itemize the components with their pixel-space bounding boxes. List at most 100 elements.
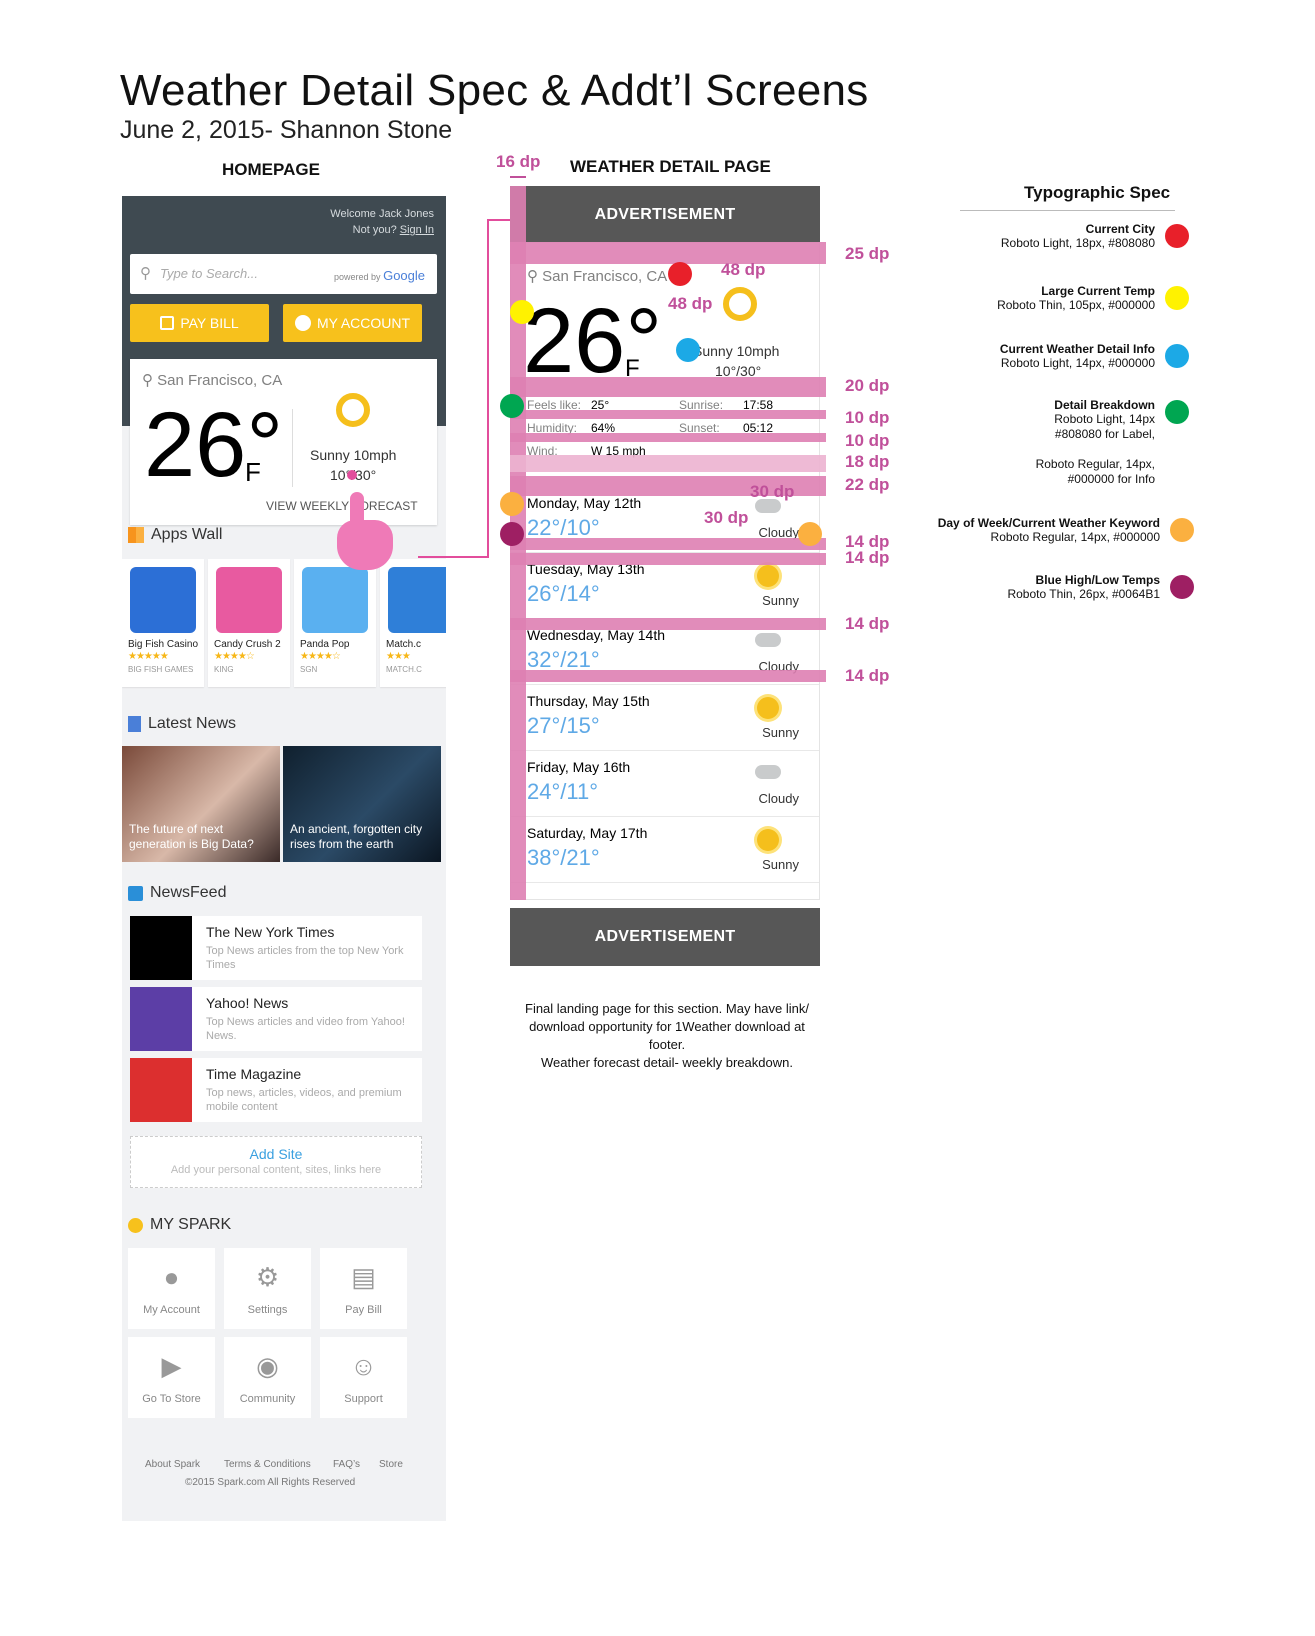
typo-spec-title: Typographic Spec xyxy=(1024,183,1171,202)
spec-name: Current Weather Detail Info xyxy=(999,342,1155,356)
detail-city: ⚲ San Francisco, CA xyxy=(527,268,668,285)
latest-news-label: Latest News xyxy=(148,715,237,732)
tile-label: Pay Bill xyxy=(345,1304,382,1316)
dim-label: 22 dp xyxy=(845,475,890,494)
my-account-button[interactable]: MY ACCOUNT xyxy=(283,304,422,342)
feed-logo xyxy=(130,916,192,980)
day-row[interactable]: Saturday, May 17th 38°/21° Sunny xyxy=(511,817,819,883)
spacing-guide xyxy=(510,410,826,419)
sun-icon xyxy=(757,697,779,719)
feed-item[interactable]: Yahoo! News Top News articles and video … xyxy=(130,987,422,1051)
feed-item[interactable]: Time Magazine Top news, articles, videos… xyxy=(130,1058,422,1122)
sun-icon xyxy=(757,565,779,587)
weather-unit: F xyxy=(245,457,261,487)
spark-tile-community[interactable]: ◉ Community xyxy=(224,1337,311,1418)
latest-news-title: Latest News xyxy=(128,715,236,733)
dim-label: 48 dp xyxy=(721,260,766,279)
spec-dot-temp xyxy=(510,300,534,324)
footer-link[interactable]: Terms & Conditions xyxy=(224,1459,311,1470)
spark-icon xyxy=(128,1217,143,1233)
footer-link[interactable]: FAQ’s xyxy=(333,1459,360,1470)
google-logo: Google xyxy=(383,268,425,283)
tile-label: My Account xyxy=(143,1304,200,1316)
spec-desc: Roboto Regular, 14px, #000000 xyxy=(990,530,1160,544)
dim-label: 14 dp xyxy=(845,614,890,633)
spark-tile-pay-bill[interactable]: ▤ Pay Bill xyxy=(320,1248,407,1329)
app-name: Match.c xyxy=(386,639,422,650)
spec-name: Current City xyxy=(1085,222,1155,236)
my-spark-title: MY SPARK xyxy=(128,1216,231,1234)
weather-condition: Sunny 10mph xyxy=(310,447,397,463)
spec-desc: Roboto Light, 18px, #808080 xyxy=(1000,236,1155,250)
spark-tile-settings[interactable]: ⚙ Settings xyxy=(224,1248,311,1329)
tile-label: Community xyxy=(239,1393,296,1405)
day-temps: 24°/11° xyxy=(527,779,599,804)
homepage-screen: Welcome Jack Jones Not you? Sign In ⚲ Ty… xyxy=(122,196,446,1521)
add-site-button[interactable]: Add Site Add your personal content, site… xyxy=(130,1136,422,1188)
news-caption-line: rises from the earth xyxy=(290,837,394,851)
pay-bill-button[interactable]: PAY BILL xyxy=(130,304,269,342)
apps-wall-title: Apps Wall xyxy=(128,526,222,544)
dim-label: 25 dp xyxy=(845,244,890,263)
detail-note: Final landing page for this section. May… xyxy=(514,1000,820,1072)
app-card[interactable]: Big Fish Casino ★★★★★ BIG FISH GAMES xyxy=(122,559,204,687)
spark-tile-my-account[interactable]: ● My Account xyxy=(128,1248,215,1329)
note-line: download opportunity for 1Weather downlo… xyxy=(529,1019,805,1034)
feed-title: Yahoo! News xyxy=(206,995,289,1011)
my-account-label: MY ACCOUNT xyxy=(316,315,411,331)
app-card[interactable]: Panda Pop ★★★★☆ SGN xyxy=(294,559,376,687)
spark-tile-support[interactable]: ☺ Support xyxy=(320,1337,407,1418)
weather-detail-panel: ⚲ San Francisco, CA 26° F Sunny 10mph 10… xyxy=(510,242,820,900)
app-name: Candy Crush 2 xyxy=(214,639,281,650)
day-row[interactable]: Thursday, May 15th 27°/15° Sunny xyxy=(511,685,819,751)
day-row[interactable]: Friday, May 16th 24°/11° Cloudy xyxy=(511,751,819,817)
news-icon xyxy=(128,716,141,732)
spacing-guide xyxy=(510,242,826,264)
spec-item: Detail Breakdown Roboto Light, 14px #808… xyxy=(1036,398,1155,487)
app-card[interactable]: Match.c ★★★ MATCH.C xyxy=(380,559,446,687)
sign-in-link[interactable]: Sign In xyxy=(400,224,434,236)
news-card[interactable]: An ancient, forgotten city rises from the… xyxy=(283,746,441,862)
footer-link[interactable]: Store xyxy=(379,1459,403,1470)
copyright: ©2015 Spark.com All Rights Reserved xyxy=(185,1477,356,1488)
community-icon: ◉ xyxy=(256,1351,279,1381)
feed-logo xyxy=(130,1058,192,1122)
dim-label: 48 dp xyxy=(668,294,713,313)
spec-desc: #808080 for Label, xyxy=(1054,427,1155,441)
spacing-guide xyxy=(510,553,826,565)
add-site-desc: Add your personal content, sites, links … xyxy=(170,1164,382,1176)
footer-link[interactable]: About Spark xyxy=(145,1459,200,1470)
spark-tile-store[interactable]: ▶ Go To Store xyxy=(128,1337,215,1418)
day-name: Thursday, May 15th xyxy=(527,693,650,709)
spacing-guide xyxy=(510,538,826,550)
app-card[interactable]: Candy Crush 2 ★★★★☆ KING xyxy=(208,559,290,687)
app-icon xyxy=(130,567,196,633)
app-rating: ★★★★★ xyxy=(128,651,169,662)
divider xyxy=(960,210,1175,211)
weather-city-label: San Francisco, CA xyxy=(157,372,283,389)
newsfeed-label: NewsFeed xyxy=(150,884,227,901)
spec-desc-gap xyxy=(1036,442,1155,457)
tile-label: Support xyxy=(344,1393,383,1405)
spec-desc: Roboto Light, 14px, #000000 xyxy=(1000,356,1155,370)
app-rating: ★★★★☆ xyxy=(300,651,341,662)
day-temps: 38°/21° xyxy=(527,845,600,870)
search-input[interactable]: Type to Search... xyxy=(160,266,258,281)
news-card[interactable]: The future of next generation is Big Data… xyxy=(122,746,280,862)
welcome-name: Welcome Jack Jones xyxy=(330,208,434,220)
search-box[interactable]: ⚲ Type to Search... powered by Google xyxy=(130,254,437,294)
spacing-guide xyxy=(510,618,826,630)
note-line: Final landing page for this section. May… xyxy=(525,1001,809,1016)
spec-dot-day xyxy=(500,492,524,516)
ad-banner-top[interactable]: ADVERTISEMENT xyxy=(510,186,820,244)
spec-dot-city xyxy=(1165,224,1189,248)
gear-icon: ⚙ xyxy=(255,1262,280,1292)
dim-label: 30 dp xyxy=(704,508,749,527)
not-you-text: Not you? xyxy=(352,224,397,236)
feed-desc: Top News articles from the top New York … xyxy=(206,945,404,971)
ad-banner-bottom[interactable]: ADVERTISEMENT xyxy=(510,908,820,966)
feed-item[interactable]: The New York Times Top News articles fro… xyxy=(130,916,422,980)
day-temps: 26°/14° xyxy=(527,581,600,606)
day-keyword: Cloudy xyxy=(758,791,799,806)
spec-desc: Roboto Thin, 105px, #000000 xyxy=(997,298,1155,312)
